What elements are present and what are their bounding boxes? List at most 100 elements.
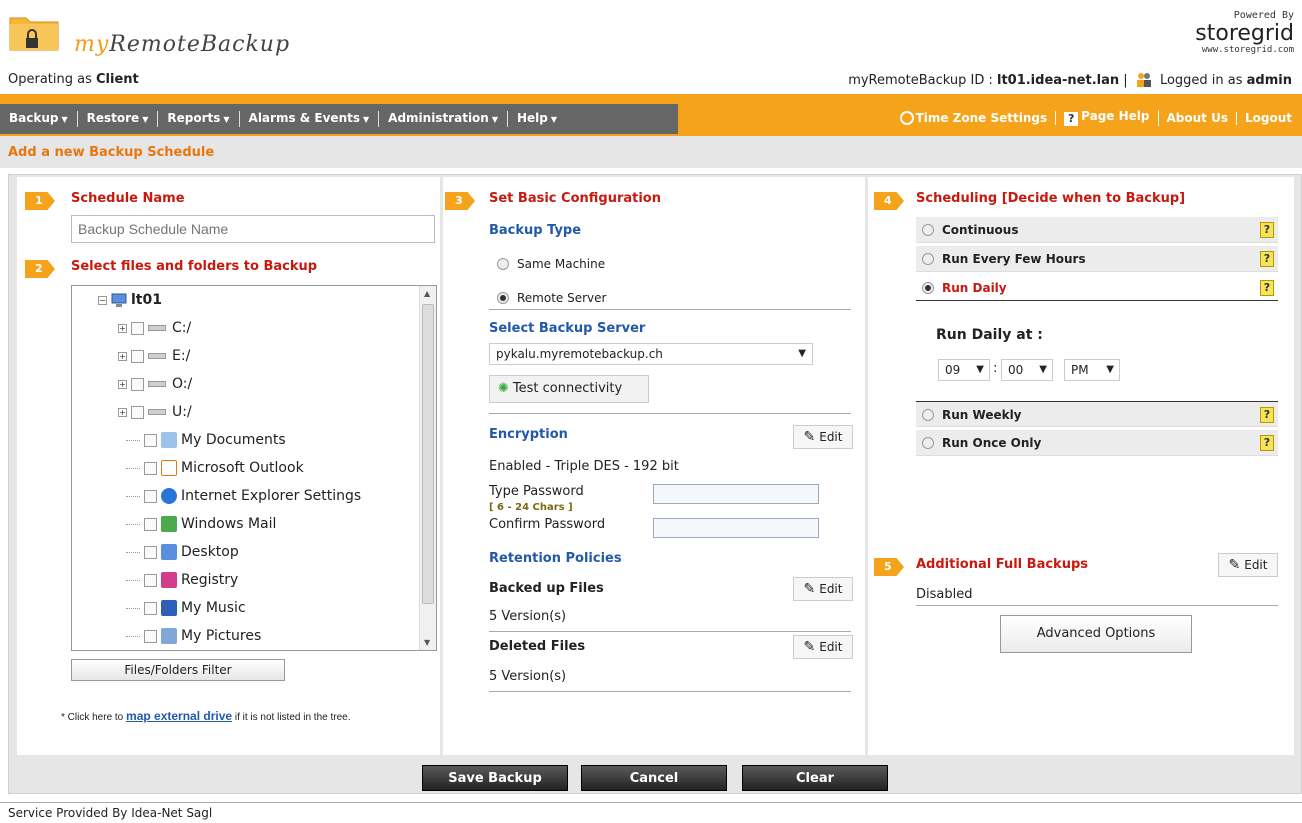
sched-every-few-hours[interactable]: Run Every Few Hours? (916, 246, 1278, 272)
link-time-zone-settings[interactable]: Time Zone Settings (892, 111, 1057, 125)
backed-up-files-title: Backed up Files (489, 581, 604, 596)
test-connectivity-button[interactable]: ✺ Test connectivity (489, 375, 649, 403)
radio-button[interactable] (922, 437, 934, 449)
menu-backup[interactable]: Backup ▼ (0, 111, 78, 127)
checkbox[interactable] (144, 601, 157, 615)
checkbox[interactable] (144, 629, 157, 643)
tree-item-my-pictures[interactable]: My Pictures (126, 626, 261, 646)
schedule-name-input[interactable] (71, 215, 435, 243)
clock-icon (899, 111, 914, 125)
tree-item-my-music[interactable]: My Music (126, 598, 246, 618)
password-field[interactable] (653, 484, 819, 504)
radio-button[interactable] (922, 253, 934, 265)
sched-run-weekly[interactable]: Run Weekly? (916, 401, 1278, 427)
menu-help[interactable]: Help ▼ (508, 111, 566, 127)
help-icon[interactable]: ? (1260, 222, 1274, 238)
link-page-help[interactable]: ? Page Help (1056, 110, 1159, 126)
link-logout[interactable]: Logout (1237, 111, 1292, 125)
tree-scrollbar[interactable]: ▲ ▼ (419, 286, 436, 650)
cancel-button[interactable]: Cancel (581, 765, 727, 791)
music-icon (161, 600, 177, 616)
sched-run-once[interactable]: Run Once Only? (916, 430, 1278, 456)
radio-button[interactable] (922, 224, 934, 236)
help-icon[interactable]: ? (1260, 407, 1274, 423)
radio-button-selected[interactable] (497, 292, 509, 304)
help-icon[interactable]: ? (1260, 280, 1274, 296)
computer-icon (111, 293, 127, 307)
checkbox[interactable] (131, 405, 144, 419)
save-backup-button[interactable]: Save Backup (422, 765, 568, 791)
expand-icon[interactable]: + (118, 323, 127, 333)
backed-up-versions: 5 Version(s) (489, 609, 567, 624)
checkbox[interactable] (144, 461, 157, 475)
tree-drive-o[interactable]: + O:/ (118, 374, 192, 394)
tree-drive-c[interactable]: + C:/ (118, 318, 191, 338)
opt-remote-server[interactable]: Remote Server (497, 291, 606, 305)
users-icon (1136, 73, 1151, 87)
additional-full-backups-title: Additional Full Backups (916, 557, 1088, 572)
hour-select[interactable]: 09 ▼ (938, 359, 990, 381)
machine-id: lt01.idea-net.lan (996, 73, 1120, 88)
menu-restore[interactable]: Restore ▼ (78, 111, 159, 127)
ampm-select[interactable]: PM ▼ (1064, 359, 1120, 381)
schedule-form: 1 Schedule Name 2 Select files and folde… (8, 174, 1302, 794)
radio-button[interactable] (497, 258, 509, 270)
sched-run-daily[interactable]: Run Daily? (916, 275, 1278, 301)
map-external-drive-link[interactable]: map external drive (126, 709, 232, 723)
expand-icon[interactable]: + (118, 351, 127, 361)
menu-administration[interactable]: Administration ▼ (379, 111, 508, 127)
encryption-edit-button[interactable]: ✎ Edit (793, 425, 853, 449)
collapse-icon[interactable]: − (98, 295, 107, 305)
checkbox[interactable] (144, 517, 157, 531)
expand-icon[interactable]: + (118, 407, 127, 417)
checkbox[interactable] (131, 321, 144, 335)
main-menu: Backup ▼ Restore ▼ Reports ▼ Alarms & Event… (0, 104, 678, 134)
tree-item-ie-settings[interactable]: Internet Explorer Settings (126, 486, 361, 506)
file-tree[interactable]: − lt01 + C:/ + E:/ + O:/ + U:/ My Documents … (71, 285, 437, 651)
sched-continuous[interactable]: Continuous? (916, 217, 1278, 243)
radio-button[interactable] (922, 409, 934, 421)
tree-item-my-documents[interactable]: My Documents (126, 430, 286, 450)
tree-item-windows-mail[interactable]: Windows Mail (126, 514, 276, 534)
clear-button[interactable]: Clear (742, 765, 888, 791)
scroll-thumb[interactable] (422, 304, 434, 604)
run-daily-at-label: Run Daily at : (936, 327, 1043, 343)
tree-drive-u[interactable]: + U:/ (118, 402, 192, 422)
tree-item-registry[interactable]: Registry (126, 570, 238, 590)
checkbox[interactable] (144, 545, 157, 559)
pencil-icon: ✎ (803, 639, 816, 655)
tree-item-desktop[interactable]: Desktop (126, 542, 239, 562)
lightbulb-icon: ✺ (498, 381, 509, 396)
help-icon[interactable]: ? (1260, 435, 1274, 451)
checkbox[interactable] (131, 377, 144, 391)
deleted-edit-button[interactable]: ✎ Edit (793, 635, 853, 659)
full-backups-edit-button[interactable]: ✎ Edit (1218, 553, 1278, 577)
scroll-up-icon[interactable]: ▲ (424, 289, 430, 298)
tree-item-outlook[interactable]: Microsoft Outlook (126, 458, 304, 478)
backed-up-edit-button[interactable]: ✎ Edit (793, 577, 853, 601)
link-about-us[interactable]: About Us (1159, 111, 1237, 125)
checkbox[interactable] (144, 573, 157, 587)
help-icon[interactable]: ? (1260, 251, 1274, 267)
menu-alarms-events[interactable]: Alarms & Events ▼ (240, 111, 380, 127)
tree-root[interactable]: − lt01 (98, 290, 162, 310)
app-logo: myRemoteBackup (8, 12, 308, 62)
checkbox[interactable] (144, 433, 157, 447)
menu-reports[interactable]: Reports ▼ (158, 111, 240, 127)
confirm-password-field[interactable] (653, 518, 819, 538)
advanced-options-button[interactable]: Advanced Options (1000, 615, 1192, 653)
step-5-badge: 5 (874, 558, 904, 576)
expand-icon[interactable]: + (118, 379, 127, 389)
id-line: myRemoteBackup ID : lt01.idea-net.lan | … (848, 73, 1292, 88)
tree-drive-e[interactable]: + E:/ (118, 346, 190, 366)
checkbox[interactable] (131, 349, 144, 363)
files-folders-filter-button[interactable]: Files/Folders Filter (71, 659, 285, 681)
action-bar: Save Backup Cancel Clear (9, 761, 1301, 793)
checkbox[interactable] (144, 489, 157, 503)
top-links: Time Zone Settings ? Page Help About Us L… (892, 110, 1292, 126)
opt-same-machine[interactable]: Same Machine (497, 257, 605, 271)
scroll-down-icon[interactable]: ▼ (424, 638, 430, 647)
minute-select[interactable]: 00 ▼ (1001, 359, 1053, 381)
radio-button-selected[interactable] (922, 282, 934, 294)
backup-server-select[interactable]: pykalu.myremotebackup.ch ▼ (489, 343, 813, 365)
